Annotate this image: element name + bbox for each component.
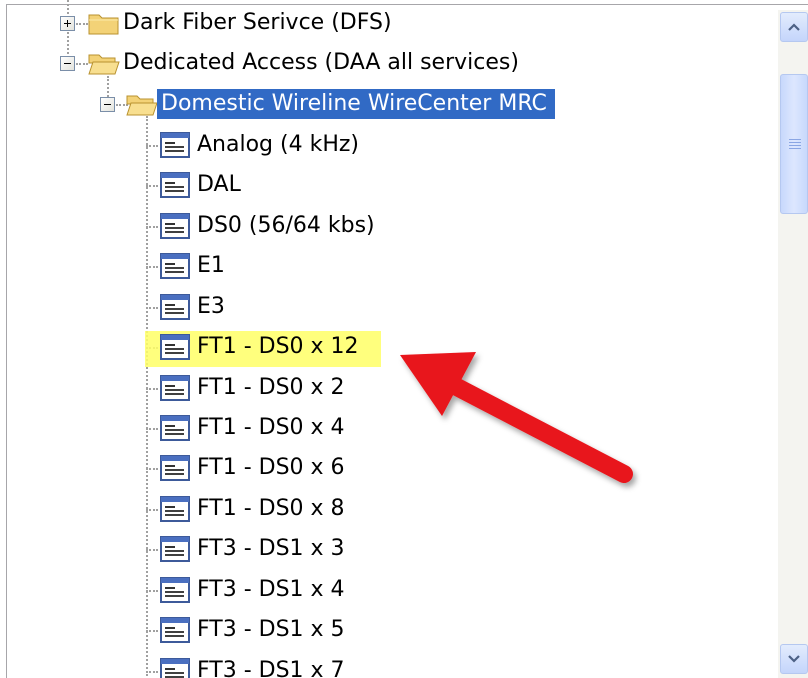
chevron-down-icon <box>788 655 800 663</box>
plus-icon[interactable] <box>60 16 75 31</box>
tree-view-window: Dark Fiber Serivce (DFS) Dedicated Acces… <box>0 0 808 678</box>
folder-open-icon <box>88 54 120 75</box>
list-document-icon <box>160 172 190 198</box>
tree-line <box>146 468 158 470</box>
tree-line <box>146 428 158 430</box>
tree-line <box>146 185 158 187</box>
tree-node-dedicated-access[interactable]: Dedicated Access (DAA all services) <box>123 48 519 78</box>
tree-line <box>146 590 158 592</box>
tree-leaf[interactable]: DAL <box>197 170 241 200</box>
list-document-icon <box>160 617 190 643</box>
list-document-icon <box>160 294 190 320</box>
tree-line <box>146 549 158 551</box>
tree-leaf[interactable]: Analog (4 kHz) <box>197 130 359 160</box>
scroll-thumb[interactable] <box>780 74 808 214</box>
minus-icon[interactable] <box>100 97 115 112</box>
tree-leaf[interactable]: DS0 (56/64 kbs) <box>197 211 375 241</box>
tree-line <box>146 116 148 676</box>
list-document-icon <box>160 253 190 279</box>
tree-node-dark-fiber[interactable]: Dark Fiber Serivce (DFS) <box>123 8 392 38</box>
tree-line <box>76 23 88 25</box>
tree-leaf[interactable]: FT3 - DS1 x 5 <box>197 615 345 645</box>
list-document-icon <box>160 415 190 441</box>
list-document-icon <box>160 658 190 678</box>
list-document-icon <box>160 334 190 360</box>
list-document-icon <box>160 496 190 522</box>
tree-leaf[interactable]: FT1 - DS0 x 8 <box>197 494 345 524</box>
tree-line <box>146 509 158 511</box>
tree-line <box>146 266 158 268</box>
tree-leaf[interactable]: E3 <box>197 292 225 322</box>
tree-leaf[interactable]: FT1 - DS0 x 4 <box>197 413 345 443</box>
tree-line <box>146 388 158 390</box>
tree-leaf[interactable]: FT1 - DS0 x 2 <box>197 373 345 403</box>
tree-leaf[interactable]: E1 <box>197 251 225 281</box>
tree-line <box>146 630 158 632</box>
tree-leaf[interactable]: FT1 - DS0 x 6 <box>197 453 345 483</box>
tree-leaf[interactable]: FT3 - DS1 x 7 <box>197 656 345 678</box>
scroll-down-button[interactable] <box>780 644 808 674</box>
vertical-scrollbar[interactable] <box>778 10 808 678</box>
tree-node-domestic-wireline[interactable]: Domestic Wireline WireCenter MRC <box>157 89 555 119</box>
list-document-icon <box>160 536 190 562</box>
tree-line <box>146 671 158 673</box>
chevron-up-icon <box>788 23 800 31</box>
tree-line <box>67 0 69 62</box>
tree-line <box>76 63 88 65</box>
tree-line <box>146 226 158 228</box>
list-document-icon <box>160 213 190 239</box>
tree-leaf[interactable]: FT3 - DS1 x 4 <box>197 575 345 605</box>
list-document-icon <box>160 577 190 603</box>
tree-leaf-highlighted[interactable]: FT1 - DS0 x 12 <box>197 332 359 362</box>
folder-open-icon <box>126 95 158 116</box>
tree-line <box>146 145 158 147</box>
list-document-icon <box>160 455 190 481</box>
list-document-icon <box>160 375 190 401</box>
folder-icon <box>88 14 119 35</box>
tree-leaf[interactable]: FT3 - DS1 x 3 <box>197 534 345 564</box>
tree-line <box>146 307 158 309</box>
list-document-icon <box>160 132 190 158</box>
tree-view[interactable]: Dark Fiber Serivce (DFS) Dedicated Acces… <box>0 0 778 678</box>
scroll-up-button[interactable] <box>780 12 808 42</box>
minus-icon[interactable] <box>60 56 75 71</box>
